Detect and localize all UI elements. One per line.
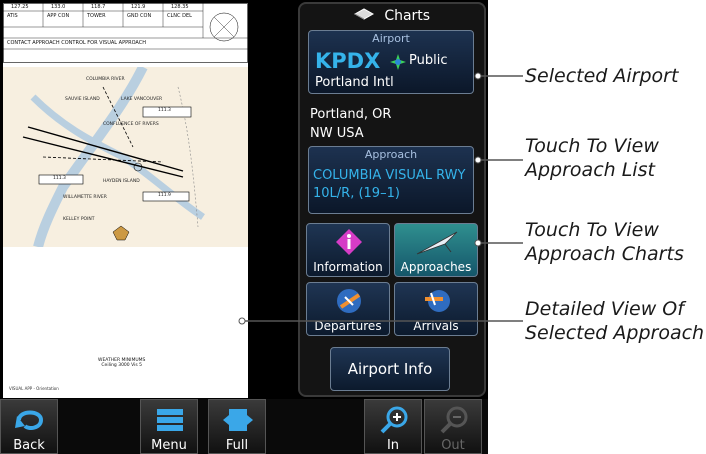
callout-approach-charts: Touch To View Approach Charts <box>525 218 684 266</box>
callout-approach-list-line1: Touch To View <box>525 135 659 157</box>
callout-detailed-view-line2: Selected Approach <box>525 322 705 344</box>
callout-detailed-view: Detailed View Of Selected Approach <box>525 297 704 345</box>
callout-detailed-view-line1: Detailed View Of <box>525 298 684 320</box>
callout-selected-airport: Selected Airport <box>525 65 679 87</box>
callout-approach-charts-line1: Touch To View <box>525 219 659 241</box>
callout-approach-list: Touch To View Approach List <box>525 134 659 182</box>
callout-approach-charts-line2: Approach Charts <box>525 243 684 265</box>
callout-approach-list-line2: Approach List <box>525 159 655 181</box>
